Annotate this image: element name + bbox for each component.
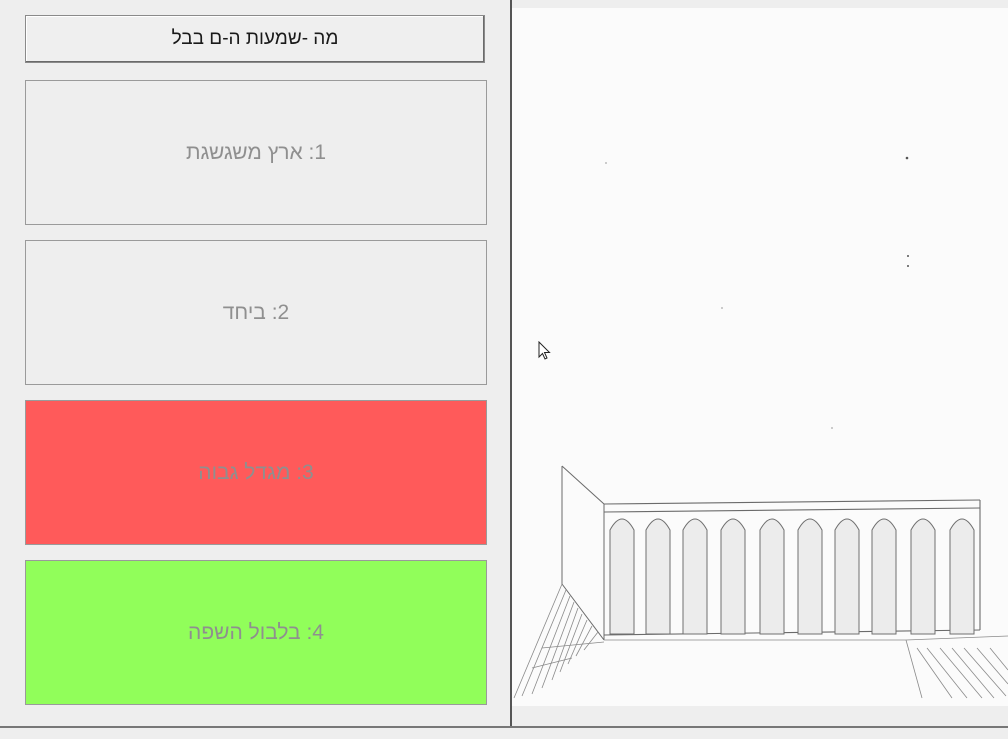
mouse-cursor-icon bbox=[538, 341, 551, 360]
answer-label-3: 3: מגדל גבוה bbox=[198, 460, 314, 484]
bottom-strip bbox=[0, 728, 1008, 739]
sketch-image bbox=[512, 8, 1008, 706]
answer-label-1: 1: ארץ משגשגת bbox=[185, 140, 327, 164]
answer-button-1[interactable]: 1: ארץ משגשגת bbox=[25, 80, 487, 225]
question-button[interactable]: מה -שמעות ה-ם בבל bbox=[25, 15, 485, 63]
answer-button-2[interactable]: 2: ביחד bbox=[25, 240, 487, 385]
image-panel bbox=[512, 0, 1008, 726]
answer-label-2: 2: ביחד bbox=[222, 300, 290, 324]
answer-label-4: 4: בלבול השפה bbox=[188, 620, 324, 644]
arched-building-sketch-icon bbox=[513, 156, 1008, 699]
answer-button-3[interactable]: 3: מגדל גבוה bbox=[25, 400, 487, 545]
answer-button-4[interactable]: 4: בלבול השפה bbox=[25, 560, 487, 705]
quiz-panel: מה -שמעות ה-ם בבל 1: ארץ משגשגת 2: ביחד … bbox=[0, 0, 510, 727]
